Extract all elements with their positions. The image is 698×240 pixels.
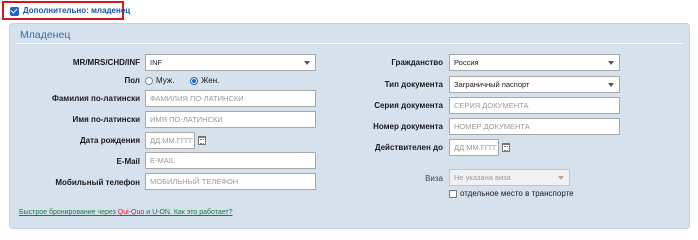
title-label: MR/MRS/CHD/INF bbox=[72, 58, 140, 67]
gender-radio-female-label[interactable]: Жен. bbox=[201, 76, 219, 86]
chevron-down-icon bbox=[608, 61, 614, 65]
docnumber-input[interactable]: НОМЕР ДОКУМЕНТА bbox=[449, 118, 620, 135]
citizenship-label: Гражданство bbox=[391, 58, 443, 67]
separate-seat-label[interactable]: отдельное место в транспорте bbox=[460, 189, 574, 199]
infant-toggle[interactable]: Дополнительно: младенец bbox=[2, 1, 130, 20]
gender-radio-female[interactable] bbox=[190, 77, 198, 85]
visa-value: Не указана виза bbox=[454, 173, 511, 182]
gender-radio-male-label[interactable]: Муж. bbox=[156, 76, 174, 86]
panel-title: Младенец bbox=[20, 29, 71, 41]
title-select-value: INF bbox=[150, 58, 163, 67]
validuntil-input[interactable]: ДД.ММ.ГГГГ bbox=[449, 139, 499, 156]
email-label: E-Mail bbox=[116, 157, 140, 166]
citizenship-select[interactable]: Россия bbox=[449, 54, 620, 71]
quick-booking-link[interactable]: Быстрое бронирование через Qui-Quo и U-O… bbox=[19, 208, 233, 217]
visa-select[interactable]: Не указана виза bbox=[449, 169, 570, 186]
phone-input[interactable]: МОБИЛЬНЫЙ ТЕЛЕФОН bbox=[145, 173, 316, 190]
doctype-label: Тип документа bbox=[384, 80, 443, 89]
lastname-input[interactable]: ФАМИЛИЯ ПО-ЛАТИНСКИ bbox=[145, 90, 316, 107]
phone-label: Мобильный телефон bbox=[55, 178, 140, 187]
birthdate-input[interactable]: ДД.ММ.ГГГГ bbox=[145, 132, 195, 149]
docnumber-label: Номер документа bbox=[373, 122, 443, 131]
visa-label: Виза bbox=[425, 174, 443, 183]
infant-checkbox[interactable] bbox=[10, 7, 19, 16]
lastname-label: Фамилия по-латински bbox=[52, 94, 140, 103]
doctype-select[interactable]: Заграничный паспорт bbox=[449, 76, 620, 93]
chevron-down-icon bbox=[304, 61, 310, 65]
calendar-icon[interactable] bbox=[502, 143, 510, 152]
firstname-label: Имя по-латински bbox=[72, 115, 140, 124]
citizenship-value: Россия bbox=[454, 58, 479, 67]
qui-quo-brand[interactable]: Qui-Quo bbox=[118, 209, 144, 216]
quick-booking-link-prefix[interactable]: Быстрое бронирование через bbox=[19, 209, 118, 216]
birthdate-label: Дата рождения bbox=[79, 136, 140, 145]
gender-radio-male[interactable] bbox=[145, 77, 153, 85]
calendar-icon[interactable] bbox=[198, 136, 206, 145]
infant-form-panel: Младенец MR/MRS/CHD/INF INF Пол Муж. Жен… bbox=[9, 23, 690, 229]
quick-booking-link-suffix[interactable]: и U-ON. Как это работает? bbox=[144, 209, 232, 216]
firstname-input[interactable]: ИМЯ ПО-ЛАТИНСКИ bbox=[145, 111, 316, 128]
chevron-down-icon bbox=[608, 83, 614, 87]
docseries-label: Серия документа bbox=[374, 101, 443, 110]
chevron-down-icon bbox=[558, 176, 564, 180]
gender-label: Пол bbox=[124, 76, 140, 85]
docseries-input[interactable]: СЕРИЯ ДОКУМЕНТА bbox=[449, 97, 620, 114]
title-select[interactable]: INF bbox=[145, 54, 316, 71]
panel-divider bbox=[16, 43, 683, 44]
infant-toggle-label[interactable]: Дополнительно: младенец bbox=[23, 6, 130, 15]
email-input[interactable]: E-MAIL bbox=[145, 152, 316, 169]
separate-seat-checkbox[interactable] bbox=[449, 190, 457, 198]
doctype-value: Заграничный паспорт bbox=[454, 80, 530, 89]
validuntil-label: Действителен до bbox=[374, 143, 443, 152]
